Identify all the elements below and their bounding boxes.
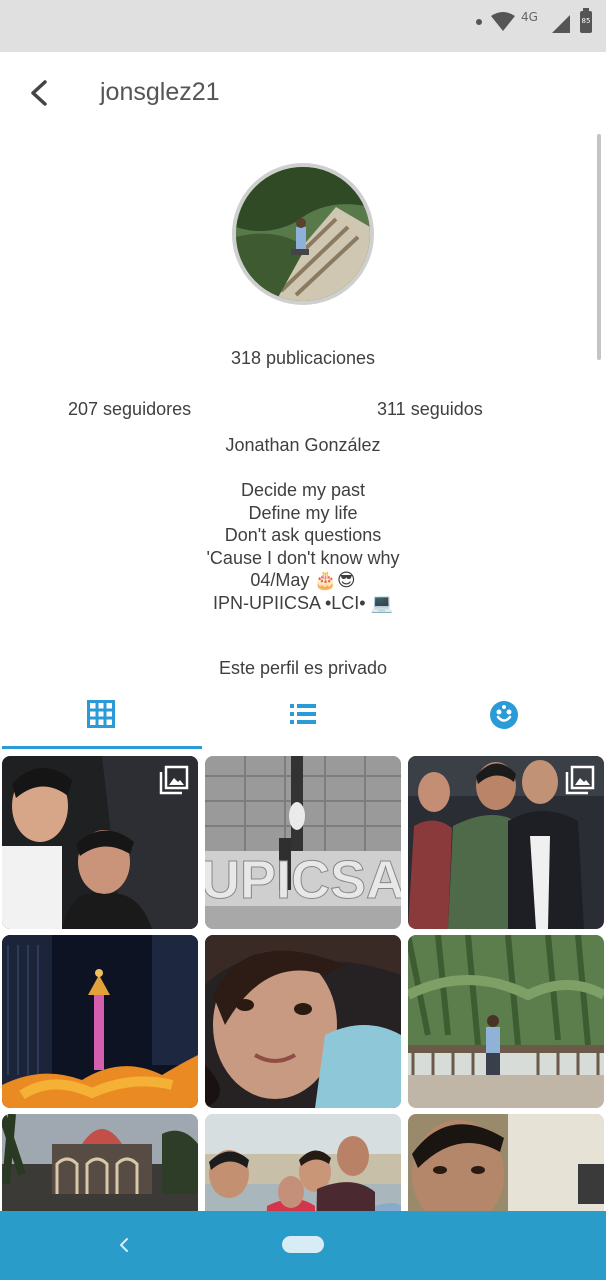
battery-icon: 85 [580,8,592,33]
battery-level: 85 [581,17,591,25]
wifi-icon [491,12,515,31]
photo-group-outdoor[interactable] [205,1114,401,1212]
bio-line: 04/May 🎂😎 [250,570,356,591]
chevron-left-icon [31,80,47,106]
tab-tagged[interactable] [404,688,606,750]
photo-upiicsa-sign[interactable]: UPICSA [205,756,401,929]
grid-icon [87,700,115,728]
bio-line: 'Cause I don't know why [206,547,400,568]
tab-grid[interactable] [0,688,202,750]
selected-tab-indicator [2,746,202,749]
private-profile-notice: Este perfil es privado [218,658,388,678]
photo-garden-bridge[interactable] [408,935,604,1108]
avatar[interactable] [232,163,374,305]
bio-line: Define my life [248,502,358,523]
photo-girl-selfie[interactable] [205,935,401,1108]
bio-line: Don't ask questions [224,525,382,546]
photo-angel-monument-night[interactable] [2,935,198,1108]
multiple-photos-icon [159,765,189,795]
nav-back-icon[interactable] [112,1233,136,1257]
bio-line: IPN-UPIICSA •LCI• 💻 [212,592,394,613]
back-button[interactable] [22,74,58,112]
photo-kiosk-building[interactable] [2,1114,198,1212]
system-nav-bar [0,1211,606,1280]
full-name: Jonathan González [225,435,381,455]
following-count[interactable]: 311 seguidos [377,399,483,420]
profile-header: jonsglez21 [0,52,606,134]
network-type: 4G [521,10,538,24]
bio-line: Decide my past [240,480,366,500]
notification-dot-icon [476,19,482,25]
photo-friends-group[interactable] [408,756,604,929]
tab-list[interactable] [202,688,404,750]
profile-tabs [0,688,606,750]
tagged-face-icon [490,701,518,729]
posts-count: 318 publicaciones [230,348,376,368]
bio: Decide my past Define my life Don't ask … [0,479,606,615]
multiple-photos-icon [565,765,595,795]
photo-selfie-office[interactable] [408,1114,604,1212]
home-pill-icon[interactable] [282,1236,324,1253]
page-title: jonsglez21 [100,78,220,106]
scrollbar[interactable] [597,134,601,360]
list-icon [290,704,316,724]
svg-text:UPICSA: UPICSA [205,850,401,910]
followers-count[interactable]: 207 seguidores [68,399,191,420]
photo-selfie-duo[interactable] [2,756,198,929]
status-bar: 4G 85 [0,0,606,52]
signal-icon [552,15,570,33]
avatar-photo [236,167,370,301]
photo-grid: UPICSA [0,754,606,1212]
